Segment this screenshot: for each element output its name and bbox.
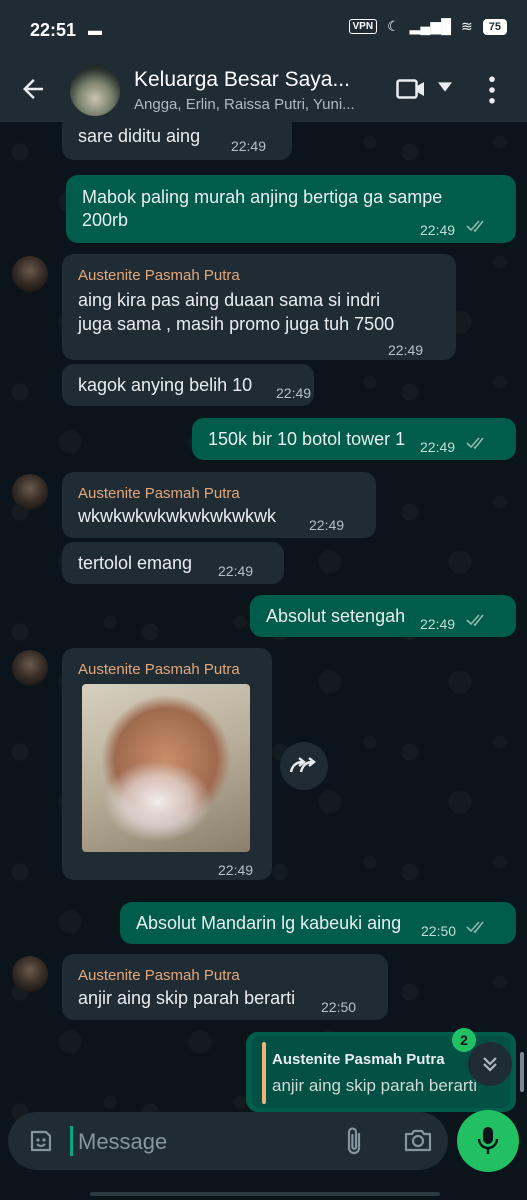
message-bubble[interactable]: Absolut setengah 22:49 [250, 595, 516, 637]
message-time: 22:49 [276, 385, 312, 401]
message-bubble[interactable]: kagok anying belih 10 22:49 [62, 364, 314, 406]
signal-icon: ▂▄▆█ [409, 18, 452, 34]
message-text: 150k bir 10 botol tower 1 [208, 429, 406, 449]
scroll-to-bottom-button[interactable] [468, 1042, 512, 1086]
sleep-icon: ▬ [88, 22, 102, 38]
message-text: aing kira pas aing duaan sama si indri [78, 290, 381, 310]
quote-bar [262, 1042, 266, 1104]
status-bar: 22:51 ▬ VPN ☾ ▂▄▆█ ≋ 75 [0, 0, 527, 60]
video-call-icon[interactable] [396, 78, 426, 100]
message-text: anjir aing skip parah berarti [78, 988, 296, 1008]
sender-avatar[interactable] [12, 956, 48, 992]
message-time: 22:49 [420, 616, 456, 632]
sender-name[interactable]: Austenite Pasmah Putra [78, 658, 240, 682]
back-arrow-icon[interactable] [18, 74, 48, 104]
message-time: 22:50 [321, 999, 357, 1015]
message-input[interactable] [70, 1123, 340, 1161]
message-text: Absolut setengah [266, 606, 406, 626]
message-text: wkwkwkwkwkwkwkwkwk [78, 506, 276, 526]
read-receipt-icon [466, 921, 484, 934]
message-bubble[interactable]: Absolut Mandarin lg kabeuki aing 22:50 [120, 902, 516, 944]
message-text: Absolut Mandarin lg kabeuki aing [136, 913, 402, 933]
message-bubble[interactable]: Austenite Pasmah Putra aing kira pas ain… [62, 254, 456, 360]
message-time: 22:50 [421, 923, 457, 939]
group-avatar[interactable] [70, 66, 120, 116]
message-bubble[interactable]: Austenite Pasmah Putra wkwkwkwkwkwkwkwkw… [62, 472, 376, 538]
read-receipt-icon [466, 220, 484, 233]
message-composer [8, 1112, 448, 1170]
chat-header: Keluarga Besar Saya... Angga, Erlin, Rai… [0, 60, 527, 122]
moon-icon: ☾ [387, 18, 400, 34]
message-text: juga sama , masih promo juga tuh 7500 [78, 314, 395, 334]
photo-thumbnail[interactable] [82, 684, 250, 852]
message-text: 200rb [82, 210, 129, 230]
chevron-down-icon[interactable] [438, 82, 452, 92]
battery-icon: 75 [482, 18, 507, 35]
message-text: Mabok paling murah anjing bertiga ga sam… [82, 187, 443, 207]
quoted-text: anjir aing skip parah berarti [272, 1076, 478, 1095]
chat-title[interactable]: Keluarga Besar Saya... [134, 68, 350, 92]
message-time: 22:49 [420, 439, 456, 455]
message-bubble[interactable]: sare diditu aing 22:49 [62, 122, 292, 160]
unread-count-badge: 2 [452, 1028, 476, 1052]
sender-name[interactable]: Austenite Pasmah Putra [78, 482, 240, 506]
chat-participants[interactable]: Angga, Erlin, Raissa Putri, Yuni... [134, 96, 355, 113]
status-icons: VPN ☾ ▂▄▆█ ≋ 75 [348, 18, 507, 35]
camera-icon[interactable] [404, 1128, 432, 1152]
message-time: 22:49 [218, 862, 254, 878]
sender-name[interactable]: Austenite Pasmah Putra [78, 264, 240, 288]
image-message-bubble[interactable]: Austenite Pasmah Putra 22:49 [62, 648, 272, 880]
wifi-icon: ≋ [461, 18, 473, 34]
quoted-sender: Austenite Pasmah Putra [272, 1051, 445, 1068]
forward-icon [289, 757, 316, 773]
message-bubble[interactable]: tertolol emang 22:49 [62, 542, 284, 584]
status-time: 22:51 [30, 20, 77, 40]
message-text: kagok anying belih 10 [78, 375, 253, 395]
sticker-emoji-icon[interactable] [28, 1128, 54, 1154]
sender-avatar[interactable] [12, 650, 48, 686]
message-text: tertolol emang [78, 553, 193, 573]
message-time: 22:49 [230, 138, 266, 154]
message-time: 22:49 [420, 222, 456, 238]
scrollbar[interactable] [520, 1052, 524, 1092]
sender-avatar[interactable] [12, 256, 48, 292]
message-time: 22:49 [309, 517, 345, 533]
vpn-icon: VPN [348, 19, 378, 34]
read-receipt-icon [466, 614, 484, 627]
message-text: sare diditu aing [78, 126, 201, 146]
sender-avatar[interactable] [12, 474, 48, 510]
read-receipt-icon [466, 437, 484, 450]
message-time: 22:49 [388, 342, 424, 358]
chat-area[interactable]: sare diditu aing 22:49 Mabok paling mura… [0, 122, 527, 1122]
message-bubble[interactable]: Austenite Pasmah Putra anjir aing skip p… [62, 954, 388, 1020]
voice-message-button[interactable] [457, 1110, 519, 1172]
double-chevron-down-icon [483, 1057, 497, 1072]
paperclip-icon[interactable] [344, 1126, 366, 1156]
more-options-icon[interactable] [488, 76, 496, 104]
microphone-icon [477, 1127, 499, 1154]
message-bubble[interactable]: 150k bir 10 botol tower 1 22:49 [192, 418, 516, 460]
sender-name[interactable]: Austenite Pasmah Putra [78, 964, 240, 988]
forward-button[interactable] [280, 742, 328, 790]
gesture-handle[interactable] [90, 1192, 440, 1196]
message-bubble[interactable]: Mabok paling murah anjing bertiga ga sam… [66, 175, 516, 243]
message-time: 22:49 [218, 563, 254, 579]
